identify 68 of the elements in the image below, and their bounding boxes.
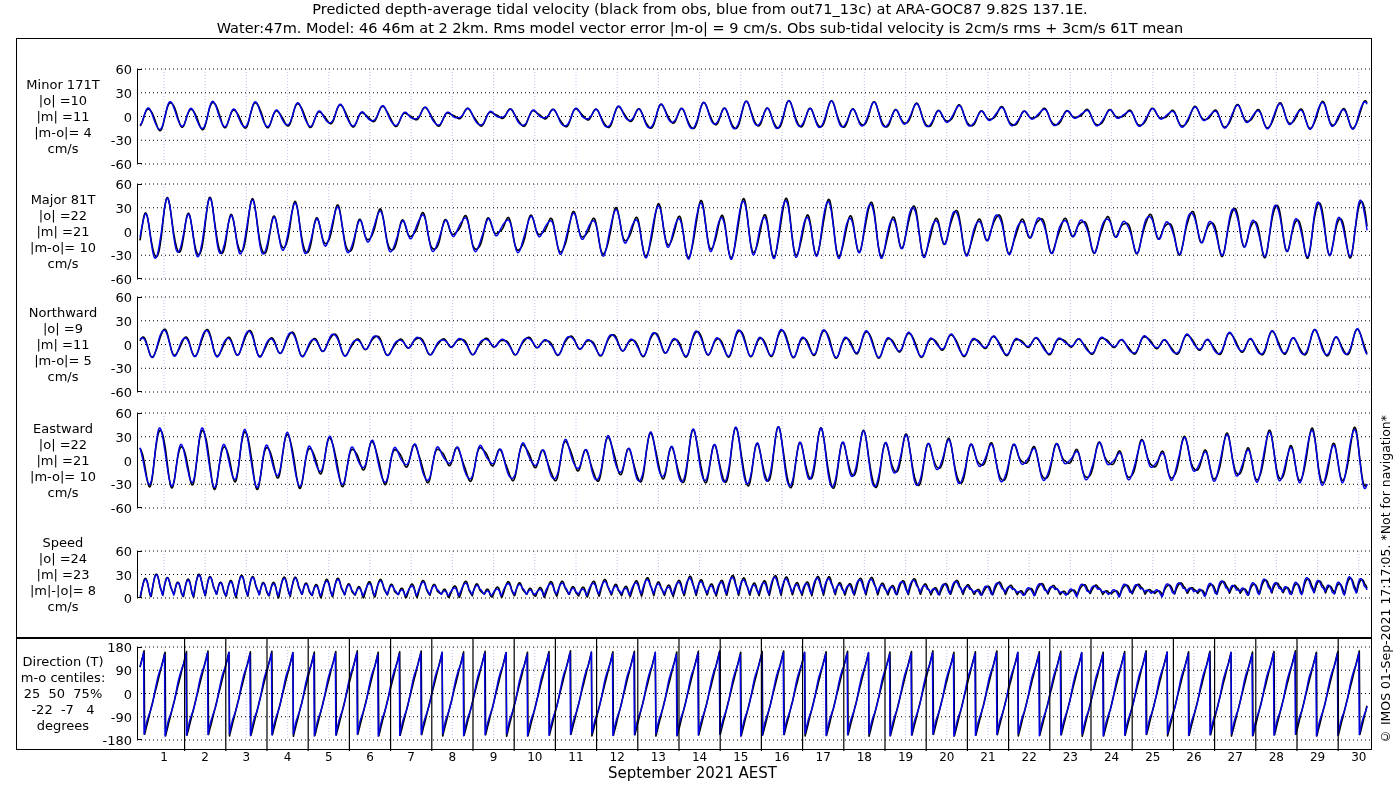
chart-title: Predicted depth-average tidal velocity (black from obs, blue from out71_13c) at ARA-GOC87 9.82S 137.1E. [312,0,1088,19]
x-tick-label: 1 [160,751,168,763]
chart-title: Water:47m. Model: 46 46m at 2 2km. Rms model vector error |m-o| = 9 cm/s. Obs sub-tidal velocity is 2cm/s rms + 3cm/s 61T mean [216,19,1184,38]
y-tick-label: 0 [123,110,132,123]
y-tick-label: 30 [115,568,132,581]
y-tick-label: 0 [123,338,132,351]
x-tick-label: 25 [1145,751,1161,763]
y-tick-label: -30 [110,248,132,262]
y-tick-label: 30 [115,314,132,328]
x-tick-label: 24 [1103,751,1120,763]
x-tick-label: 27 [1227,751,1243,763]
x-tick-label: 20 [939,751,955,763]
x-tick-label: 9 [489,751,498,763]
x-tick-label: 17 [815,751,831,763]
x-tick-label: 16 [774,751,790,763]
x-tick-label: 7 [407,751,415,763]
x-tick-label: 14 [691,751,708,763]
y-tick-label: -30 [110,477,132,491]
x-tick-label: 19 [897,751,914,763]
y-tick-label: 0 [123,591,132,605]
panel-label: Speed |o| =24 |m| =23 |m|-|o|= 8 cm/s [29,534,97,615]
y-tick-label: 30 [115,86,132,100]
x-tick-label: 11 [568,751,584,763]
panel-label: Northward |o| =9 |m| =11 |m-o|= 5 cm/s [28,304,98,385]
panel-label: Direction (T) m-o centiles: 25 50 75% -22 -7 4 degrees [20,653,106,734]
y-tick-label: 0 [123,687,132,700]
x-tick-label: 12 [609,751,625,763]
y-tick-label: 30 [115,201,132,215]
y-tick-label: 60 [115,406,132,420]
x-tick-label: 5 [324,751,333,763]
x-tick-label: 26 [1186,751,1202,763]
y-tick-label: -60 [110,501,132,515]
x-tick-label: 8 [448,751,457,763]
y-tick-label: 60 [115,177,132,191]
y-tick-label: 30 [115,430,132,444]
y-tick-label: -60 [110,157,132,171]
y-tick-label: -90 [110,710,132,724]
x-tick-label: 6 [366,751,374,763]
x-tick-label: 28 [1268,751,1284,763]
x-tick-label: 29 [1309,751,1326,763]
x-tick-label: 18 [856,751,872,763]
y-tick-label: -60 [110,272,132,286]
y-tick-label: -30 [110,361,132,375]
y-tick-label: 60 [115,62,132,76]
x-tick-label: 13 [650,751,666,763]
x-tick-label: 15 [733,751,749,763]
y-tick-label: -60 [110,385,132,399]
panel-label: Eastward |o| =22 |m| =21 |m-o|= 10 cm/s [30,420,96,501]
x-tick-label: 4 [283,751,292,763]
x-tick-label: 10 [527,751,543,763]
x-tick-label: 23 [1062,751,1078,763]
y-tick-label: -30 [110,133,132,147]
x-axis-title: September 2021 AEST [607,764,777,782]
x-tick-label: 30 [1351,751,1367,763]
panel-label: Minor 171T |o| =10 |m| =11 |m-o|= 4 cm/s [26,76,100,157]
x-tick-label: 3 [242,751,251,763]
x-tick-label: 22 [1021,751,1037,763]
copyright-notice: © IMOS 01-Sep-2021 17:17:05. *Not for navigation* [1379,414,1393,744]
x-tick-label: 2 [201,751,209,763]
y-tick-label: 60 [115,290,132,304]
y-tick-label: 0 [123,225,132,238]
y-tick-label: 90 [115,663,132,677]
x-tick-label: 21 [980,751,996,763]
panel-label: Major 81T |o| =22 |m| =21 |m-o|= 10 cm/s [30,191,96,272]
y-tick-label: 60 [115,544,132,558]
y-tick-label: -180 [102,733,132,747]
y-tick-label: 0 [123,454,132,467]
y-tick-label: 180 [107,640,132,654]
